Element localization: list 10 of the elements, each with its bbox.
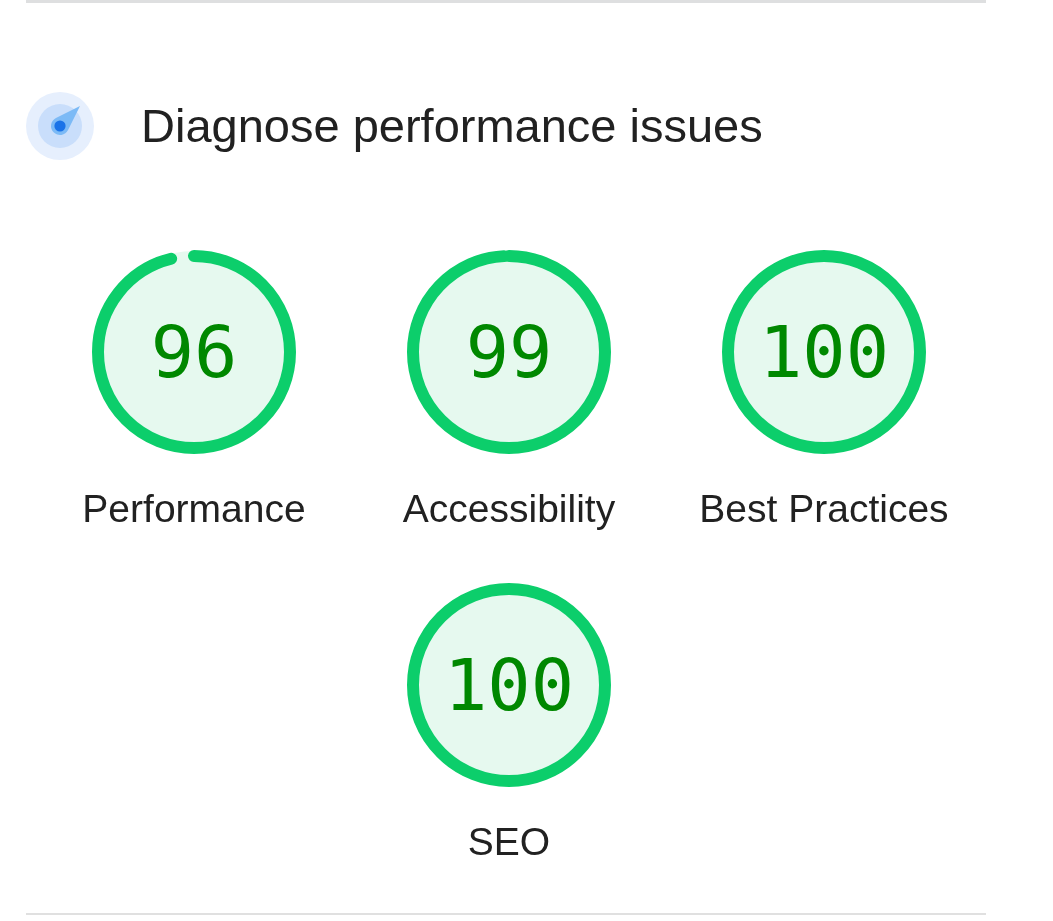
- category-label: Performance: [82, 486, 306, 532]
- category-label: Accessibility: [402, 486, 616, 532]
- category-label: Best Practices: [699, 486, 949, 532]
- score-value: 96: [150, 312, 238, 392]
- score-value: 100: [758, 312, 889, 392]
- score-value: 100: [443, 645, 574, 725]
- dial-icon: [26, 92, 94, 160]
- category-label: SEO: [467, 819, 551, 865]
- section-title: Diagnose performance issues: [141, 99, 763, 153]
- score-value: 99: [465, 312, 553, 392]
